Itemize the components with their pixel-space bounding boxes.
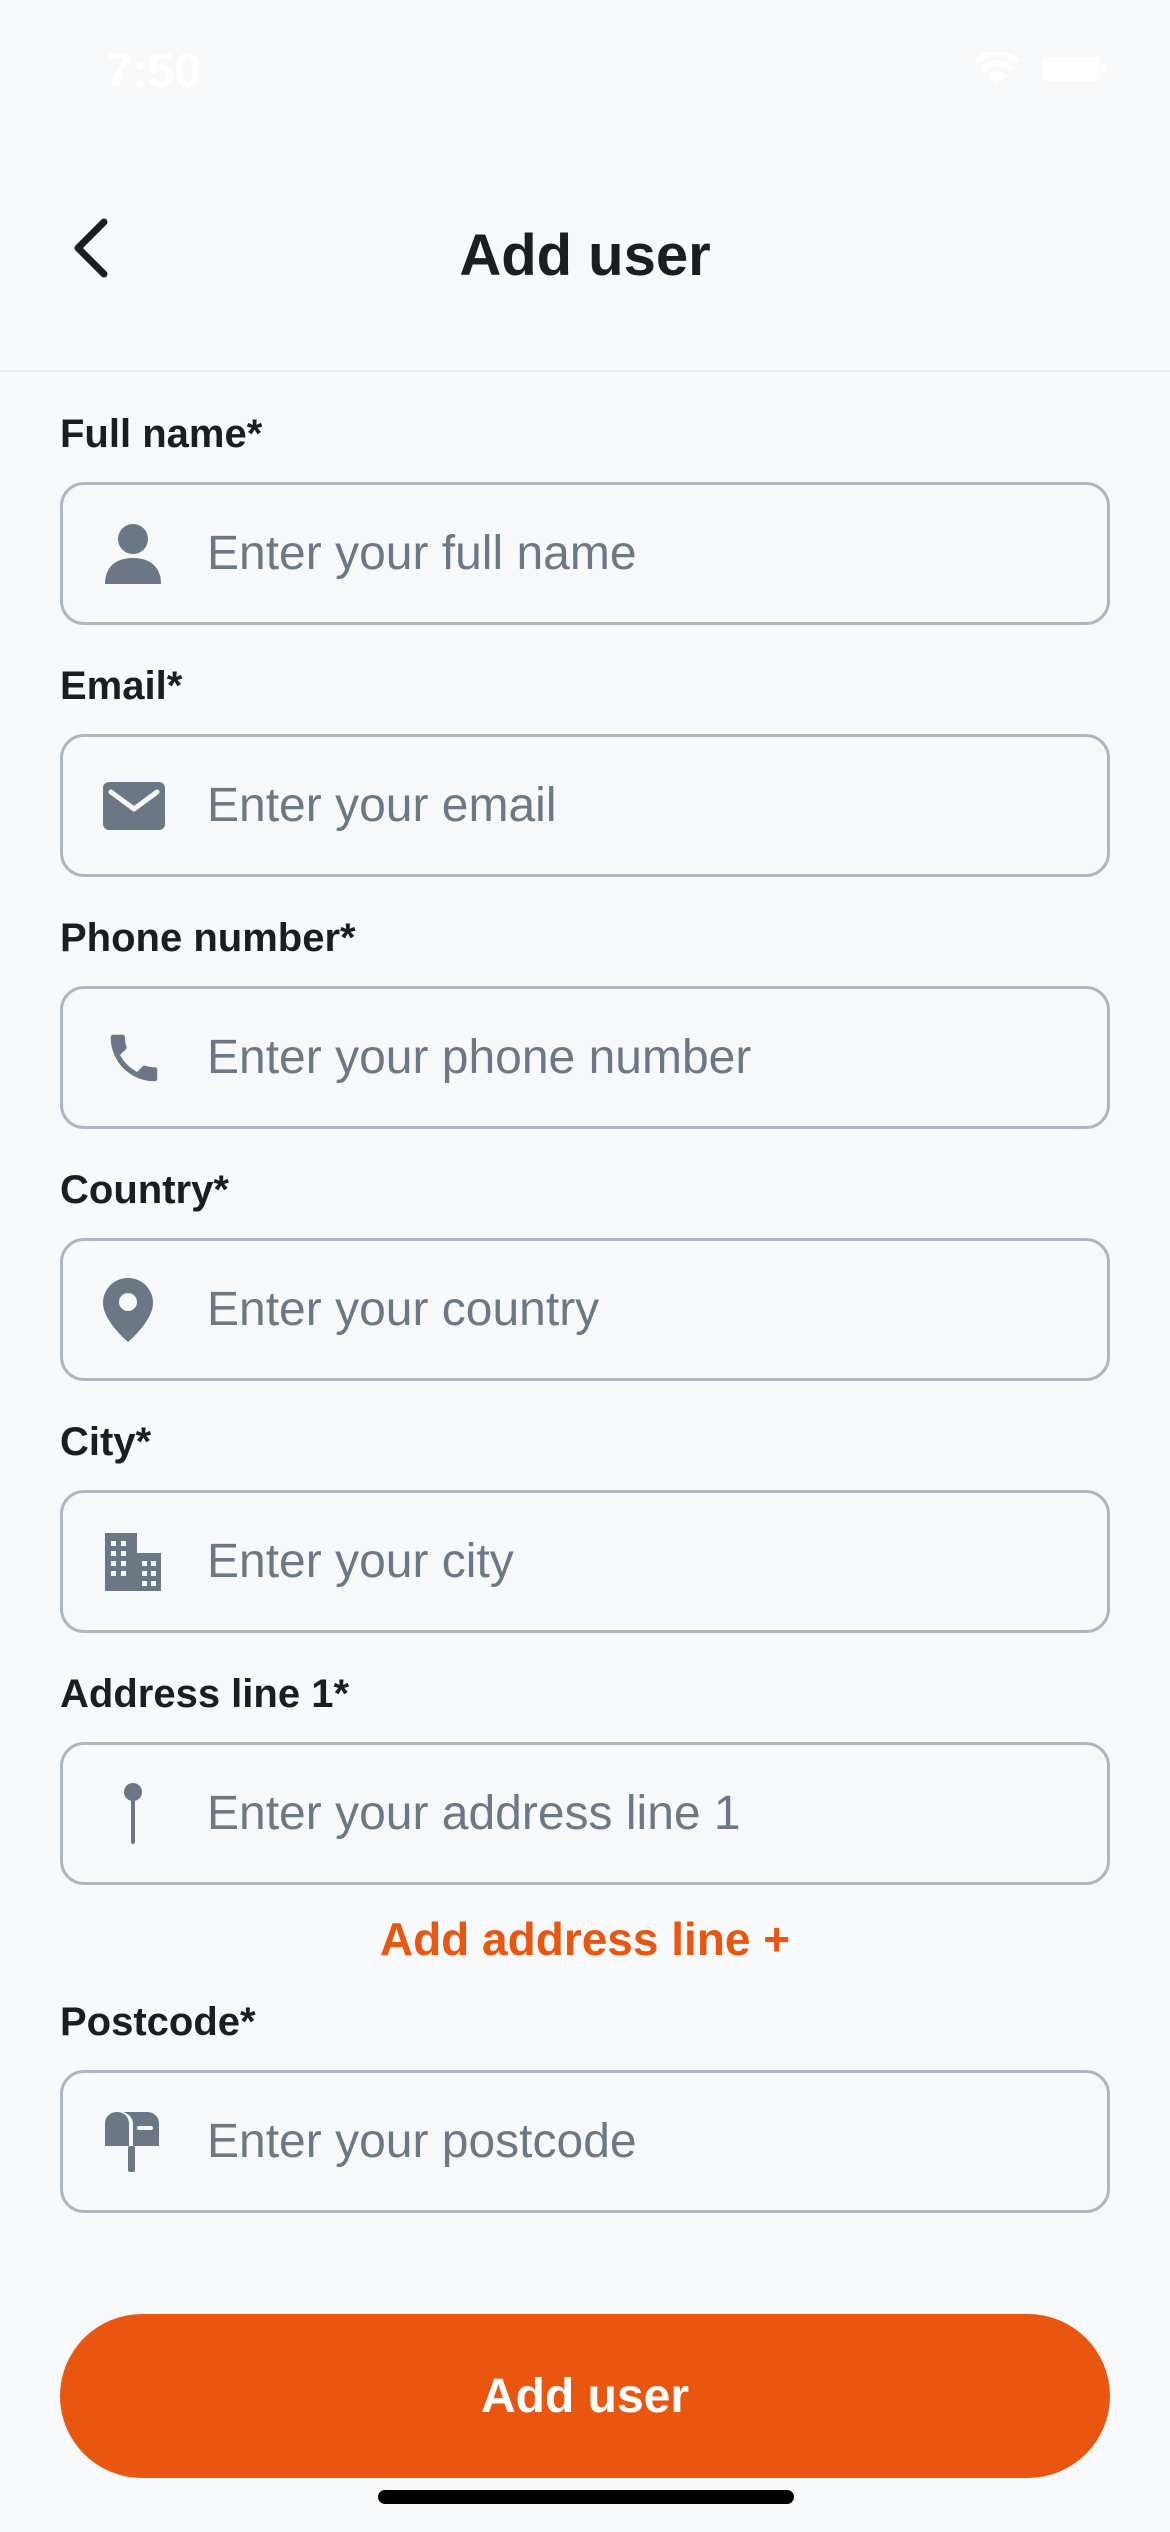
person-icon [103, 514, 193, 594]
full-name-label: Full name* [60, 412, 263, 456]
phone-number-input[interactable] [207, 989, 1107, 1126]
page-title: Add user [459, 223, 711, 288]
building-icon [103, 1522, 193, 1602]
address-line-1-input[interactable] [207, 1745, 1107, 1882]
add-user-screen: 7:50 Add user Full name* Enter your full… [0, 0, 1170, 2532]
header: Add user [0, 150, 1170, 372]
country-field: Country* [60, 1128, 1110, 1381]
email-label: Email* [60, 664, 183, 708]
country-input[interactable] [207, 1241, 1107, 1378]
add-user-button-label: Add user [480, 2369, 690, 2423]
add-user-button[interactable]: Add user [60, 2314, 1110, 2478]
email-input[interactable] [207, 737, 1107, 874]
city-label: City* [60, 1420, 152, 1464]
postcode-input[interactable] [207, 2073, 1107, 2210]
full-name-input-box[interactable] [60, 482, 1110, 625]
address-line-1-label: Address line 1* [60, 1672, 350, 1716]
address-line-1-field: Address line 1* [60, 1632, 1110, 1885]
phone-number-label: Phone number* [60, 916, 356, 960]
postcode-input-box[interactable] [60, 2070, 1110, 2213]
status-bar: 7:50 [0, 0, 1170, 150]
full-name-input[interactable] [207, 485, 1107, 622]
phone-number-field: Phone number* [60, 876, 1110, 1129]
phone-number-input-box[interactable] [60, 986, 1110, 1129]
email-field: Email* [60, 624, 1110, 877]
country-label: Country* [60, 1168, 229, 1212]
map-pin-icon [103, 1774, 193, 1854]
address-line-1-input-box[interactable] [60, 1742, 1110, 1885]
phone-icon [103, 1018, 193, 1098]
full-name-field: Full name* [60, 372, 1110, 625]
postcode-label: Postcode* [60, 2000, 256, 2044]
location-pin-icon [103, 1270, 193, 1350]
add-address-line-button[interactable]: Add address line + [380, 1912, 790, 1966]
add-user-form: Full name* Email* [60, 372, 1110, 2213]
envelope-icon [103, 766, 193, 846]
email-input-box[interactable] [60, 734, 1110, 877]
postcode-field: Postcode* [60, 1960, 1110, 2213]
status-icons [974, 52, 1106, 86]
battery-icon [1042, 55, 1106, 83]
city-input[interactable] [207, 1493, 1107, 1630]
city-input-box[interactable] [60, 1490, 1110, 1633]
mailbox-icon [103, 2102, 193, 2182]
country-input-box[interactable] [60, 1238, 1110, 1381]
wifi-icon [974, 52, 1020, 86]
city-field: City* [60, 1380, 1110, 1633]
status-time: 7:50 [105, 45, 202, 98]
home-indicator [378, 2490, 794, 2504]
